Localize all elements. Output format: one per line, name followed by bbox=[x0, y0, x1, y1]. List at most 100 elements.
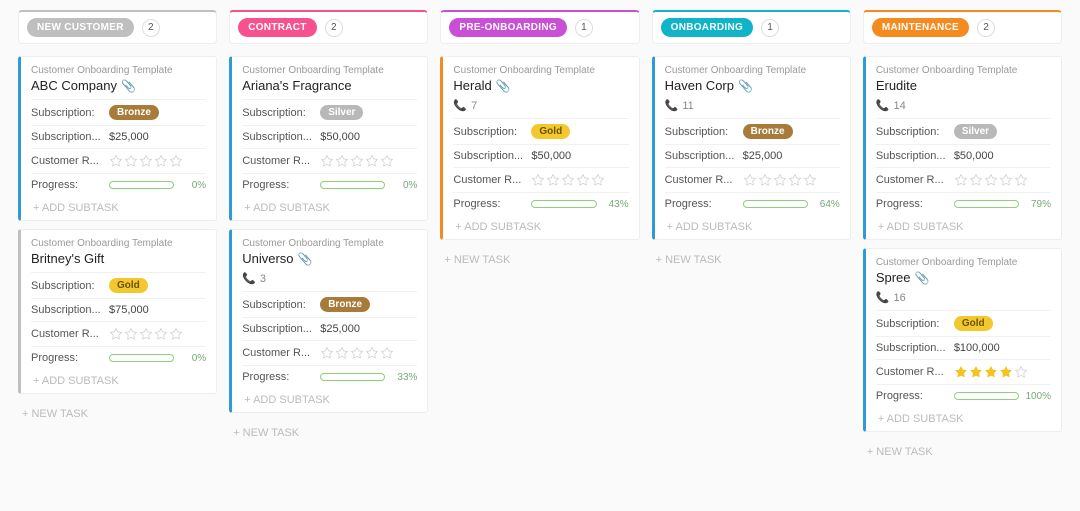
star-rating[interactable] bbox=[320, 346, 394, 360]
column-title-pill: ONBOARDING bbox=[661, 18, 753, 37]
kanban-board: NEW CUSTOMER 2 Customer Onboarding Templ… bbox=[18, 10, 1062, 464]
task-card[interactable]: Customer Onboarding Template Herald 📎 📞 … bbox=[440, 56, 639, 240]
add-subtask-button[interactable]: + ADD SUBTASK bbox=[876, 215, 1051, 235]
progress-percent: 79% bbox=[1025, 199, 1051, 210]
add-subtask-button[interactable]: + ADD SUBTASK bbox=[453, 215, 628, 235]
star-rating[interactable] bbox=[109, 154, 183, 168]
amount-label: Subscription... bbox=[453, 150, 525, 162]
rating-row: Customer R... bbox=[31, 321, 206, 346]
star-rating[interactable] bbox=[531, 173, 605, 187]
task-card[interactable]: Customer Onboarding Template Spree 📎 📞 1… bbox=[863, 248, 1062, 432]
phone-row: 📞 11 bbox=[665, 99, 840, 112]
phone-icon: 📞 bbox=[876, 291, 890, 304]
rating-label: Customer R... bbox=[242, 155, 314, 167]
progress-percent: 43% bbox=[603, 199, 629, 210]
amount-value: $100,000 bbox=[954, 342, 1000, 354]
rating-row: Customer R... bbox=[453, 167, 628, 192]
column-new-customer: NEW CUSTOMER 2 Customer Onboarding Templ… bbox=[18, 10, 217, 464]
new-task-button[interactable]: + NEW TASK bbox=[440, 248, 639, 272]
star-icon bbox=[365, 346, 379, 360]
progress-label: Progress: bbox=[242, 371, 314, 383]
column-header[interactable]: CONTRACT 2 bbox=[229, 10, 428, 44]
amount-row: Subscription... $75,000 bbox=[31, 298, 206, 321]
subscription-label: Subscription: bbox=[876, 318, 948, 330]
tier-badge: Gold bbox=[954, 316, 993, 331]
card-title-text: Universo bbox=[242, 251, 293, 266]
progress-bar[interactable] bbox=[743, 200, 808, 208]
add-subtask-button[interactable]: + ADD SUBTASK bbox=[665, 215, 840, 235]
star-rating[interactable] bbox=[954, 365, 1028, 379]
progress-row: Progress: 0% bbox=[31, 346, 206, 369]
card-title-text: Ariana's Fragrance bbox=[242, 78, 351, 93]
attachment-icon: 📎 bbox=[738, 79, 753, 93]
template-label: Customer Onboarding Template bbox=[876, 65, 1051, 76]
amount-row: Subscription... $50,000 bbox=[876, 144, 1051, 167]
card-title: Universo 📎 bbox=[242, 251, 417, 266]
task-card[interactable]: Customer Onboarding Template Haven Corp … bbox=[652, 56, 851, 240]
task-card[interactable]: Customer Onboarding Template Erudite 📞 1… bbox=[863, 56, 1062, 240]
star-icon bbox=[139, 154, 153, 168]
amount-value: $50,000 bbox=[320, 131, 360, 143]
progress-bar[interactable] bbox=[954, 200, 1019, 208]
progress-row: Progress: 64% bbox=[665, 192, 840, 215]
amount-value: $50,000 bbox=[531, 150, 571, 162]
column-header[interactable]: MAINTENANCE 2 bbox=[863, 10, 1062, 44]
new-task-button[interactable]: + NEW TASK bbox=[18, 402, 217, 426]
progress-row: Progress: 0% bbox=[31, 173, 206, 196]
star-icon bbox=[984, 365, 998, 379]
template-label: Customer Onboarding Template bbox=[31, 238, 206, 249]
star-icon bbox=[803, 173, 817, 187]
star-rating[interactable] bbox=[109, 327, 183, 341]
column-header[interactable]: NEW CUSTOMER 2 bbox=[18, 10, 217, 44]
star-rating[interactable] bbox=[954, 173, 1028, 187]
progress-bar[interactable] bbox=[531, 200, 596, 208]
star-rating[interactable] bbox=[320, 154, 394, 168]
progress-label: Progress: bbox=[453, 198, 525, 210]
template-label: Customer Onboarding Template bbox=[242, 65, 417, 76]
card-title-text: Britney's Gift bbox=[31, 251, 104, 266]
progress-bar[interactable] bbox=[109, 354, 174, 362]
add-subtask-button[interactable]: + ADD SUBTASK bbox=[31, 196, 206, 216]
phone-count: 3 bbox=[260, 273, 266, 285]
card-title-text: Haven Corp bbox=[665, 78, 734, 93]
star-icon bbox=[109, 154, 123, 168]
phone-count: 11 bbox=[682, 100, 693, 112]
task-card[interactable]: Customer Onboarding Template Britney's G… bbox=[18, 229, 217, 394]
template-label: Customer Onboarding Template bbox=[453, 65, 628, 76]
add-subtask-button[interactable]: + ADD SUBTASK bbox=[242, 196, 417, 216]
progress-bar[interactable] bbox=[954, 392, 1019, 400]
amount-label: Subscription... bbox=[31, 304, 103, 316]
progress-label: Progress: bbox=[665, 198, 737, 210]
tier-badge: Bronze bbox=[109, 105, 159, 120]
column-header[interactable]: ONBOARDING 1 bbox=[652, 10, 851, 44]
column-pre-onboarding: PRE-ONBOARDING 1 Customer Onboarding Tem… bbox=[440, 10, 639, 464]
progress-label: Progress: bbox=[31, 352, 103, 364]
star-rating[interactable] bbox=[743, 173, 817, 187]
progress-bar[interactable] bbox=[320, 373, 385, 381]
column-count: 1 bbox=[575, 19, 593, 37]
amount-row: Subscription... $50,000 bbox=[453, 144, 628, 167]
new-task-button[interactable]: + NEW TASK bbox=[229, 421, 428, 445]
progress-bar[interactable] bbox=[320, 181, 385, 189]
task-card[interactable]: Customer Onboarding Template Universo 📎 … bbox=[229, 229, 428, 413]
card-title: Ariana's Fragrance bbox=[242, 78, 417, 93]
column-header[interactable]: PRE-ONBOARDING 1 bbox=[440, 10, 639, 44]
attachment-icon: 📎 bbox=[915, 271, 930, 285]
progress-label: Progress: bbox=[876, 198, 948, 210]
new-task-button[interactable]: + NEW TASK bbox=[863, 440, 1062, 464]
add-subtask-button[interactable]: + ADD SUBTASK bbox=[242, 388, 417, 408]
attachment-icon: 📎 bbox=[496, 79, 511, 93]
amount-value: $25,000 bbox=[109, 131, 149, 143]
column-title-pill: MAINTENANCE bbox=[872, 18, 969, 37]
star-icon bbox=[109, 327, 123, 341]
amount-row: Subscription... $25,000 bbox=[31, 125, 206, 148]
new-task-button[interactable]: + NEW TASK bbox=[652, 248, 851, 272]
attachment-icon: 📎 bbox=[298, 252, 313, 266]
progress-bar[interactable] bbox=[109, 181, 174, 189]
task-card[interactable]: Customer Onboarding Template Ariana's Fr… bbox=[229, 56, 428, 221]
add-subtask-button[interactable]: + ADD SUBTASK bbox=[876, 407, 1051, 427]
task-card[interactable]: Customer Onboarding Template ABC Company… bbox=[18, 56, 217, 221]
star-icon bbox=[350, 346, 364, 360]
add-subtask-button[interactable]: + ADD SUBTASK bbox=[31, 369, 206, 389]
amount-value: $25,000 bbox=[320, 323, 360, 335]
